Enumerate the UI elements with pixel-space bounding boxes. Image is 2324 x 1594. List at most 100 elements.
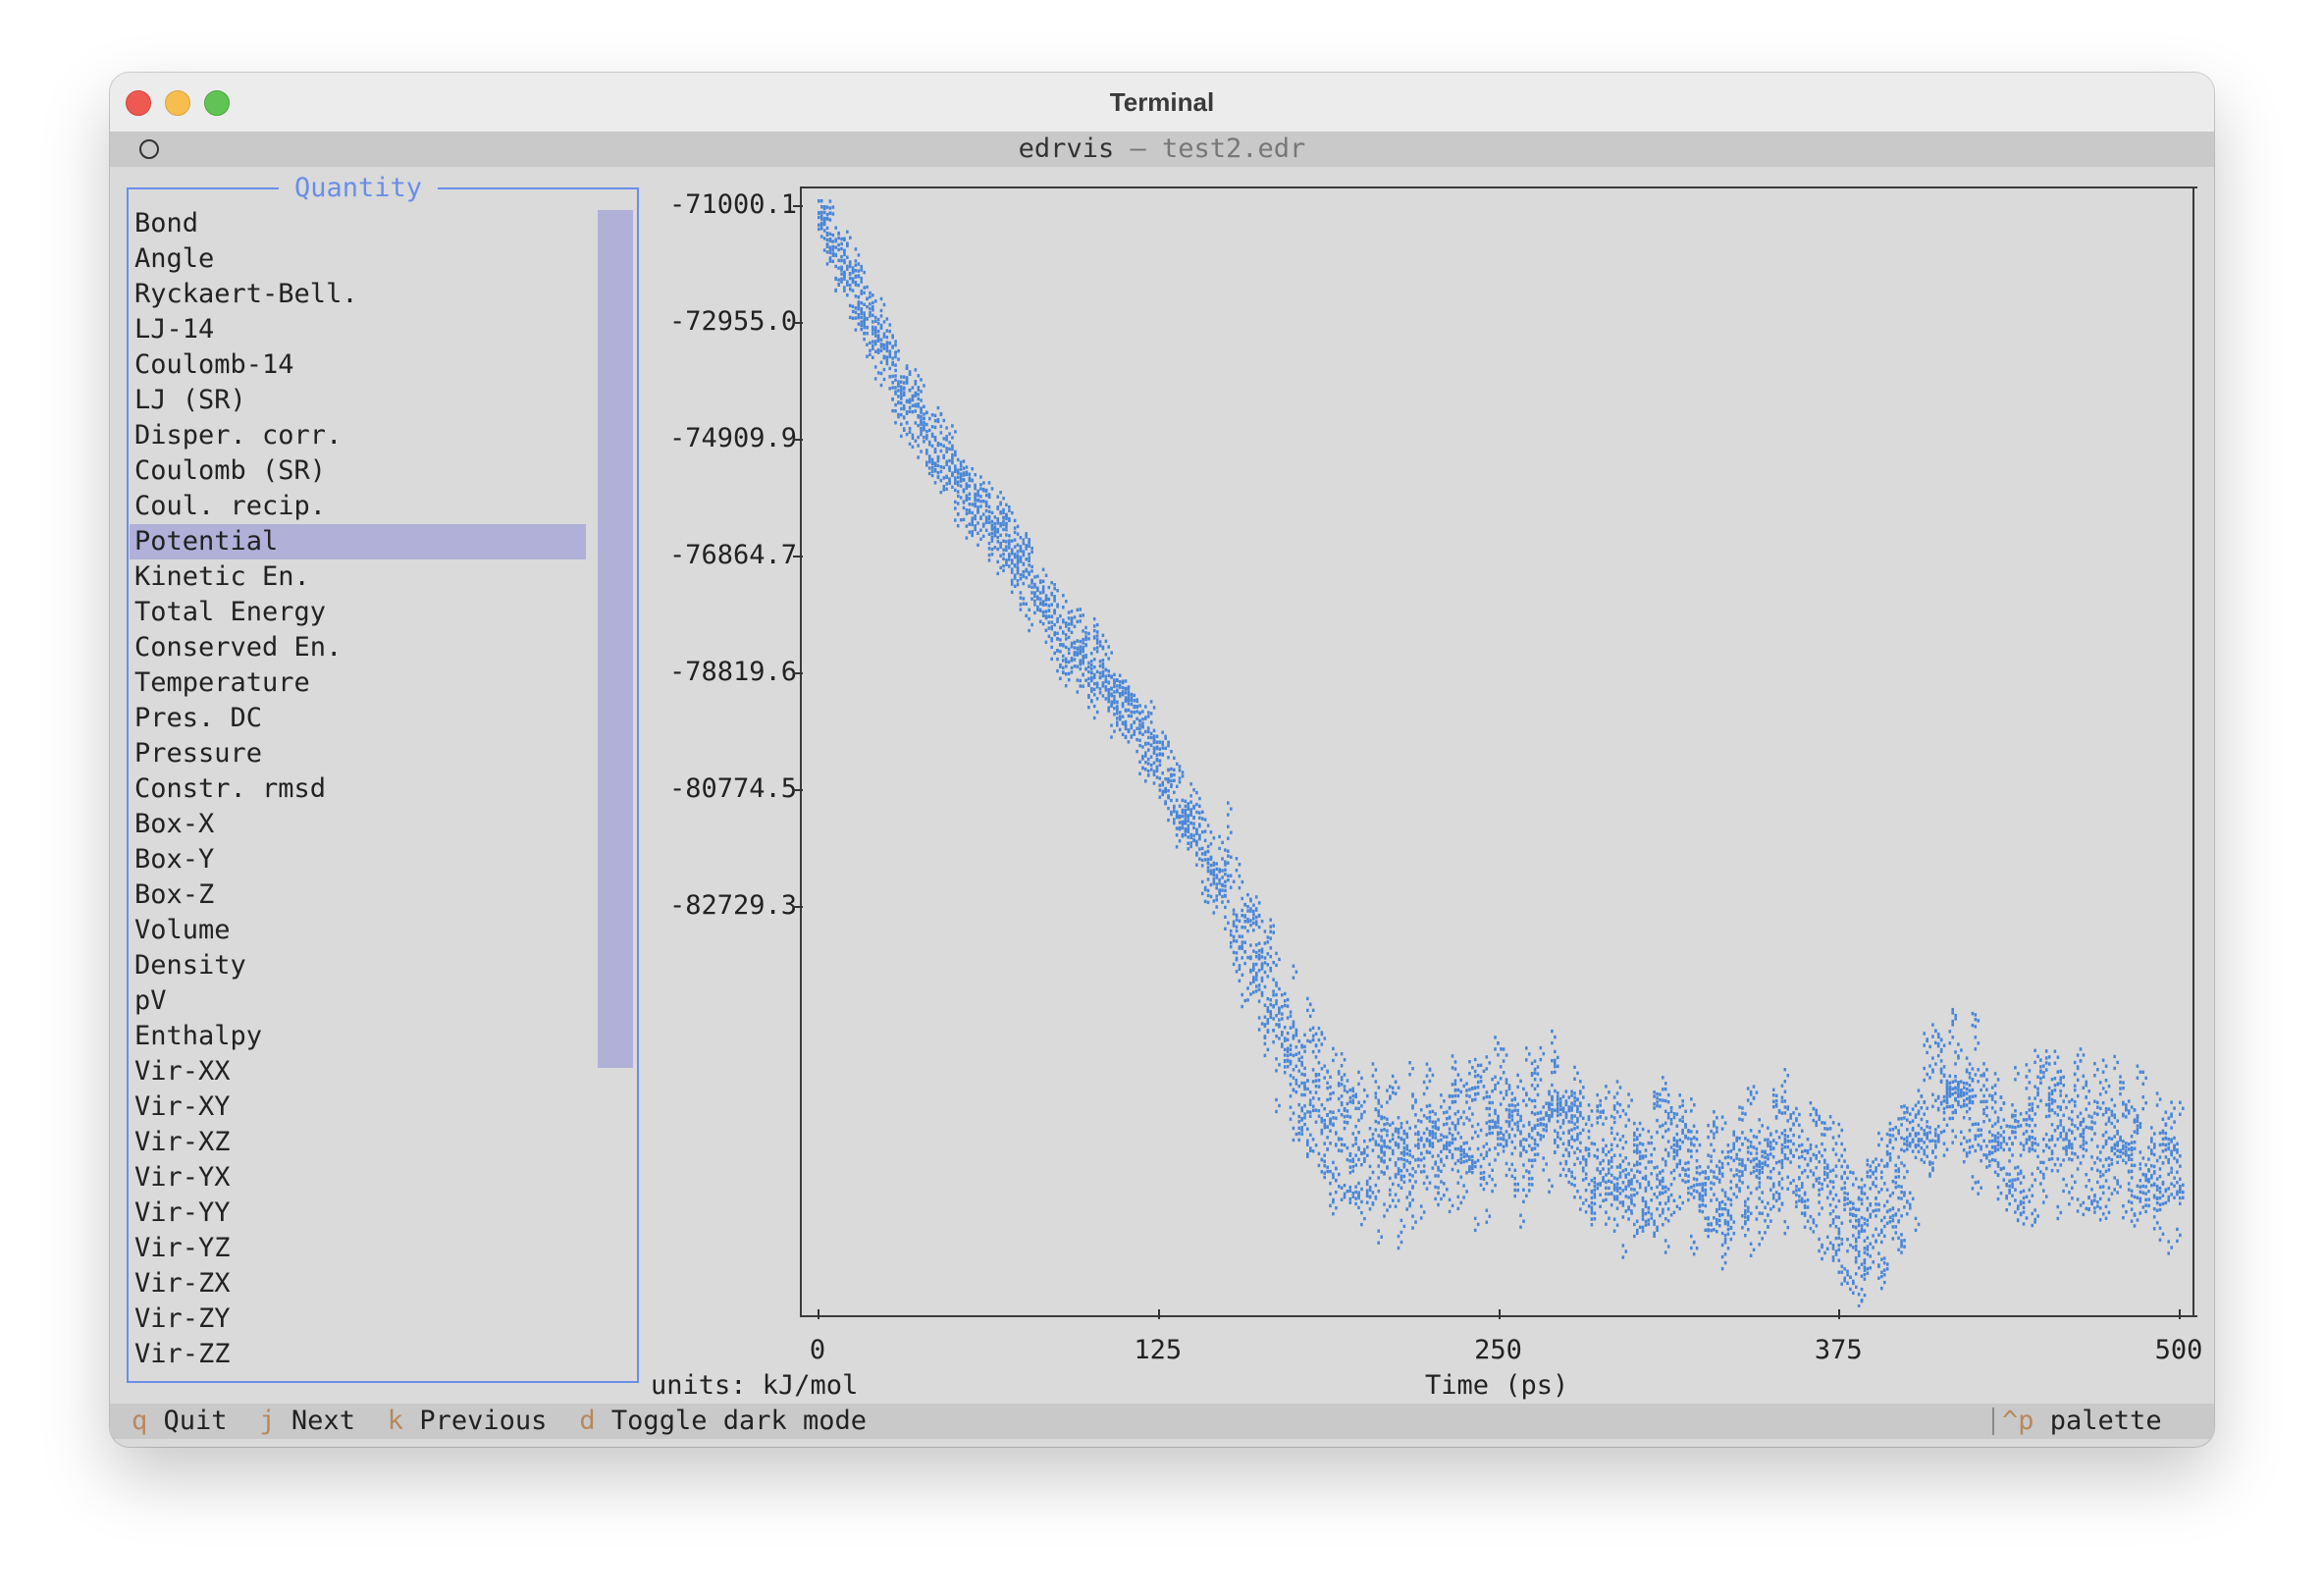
plot-dot	[1885, 1262, 1889, 1266]
plot-dot	[1098, 660, 1102, 664]
plot-dot	[1869, 1215, 1872, 1219]
plot-dot	[860, 320, 863, 324]
quantity-item[interactable]: Temperature	[130, 665, 591, 701]
plot-dot	[1224, 863, 1227, 867]
plot-dot	[1821, 1153, 1823, 1158]
plot-dot	[1903, 1111, 1906, 1115]
scrollbar[interactable]	[598, 210, 633, 1068]
quantity-item[interactable]: Conserved En.	[130, 630, 591, 665]
quantity-item[interactable]: Vir-ZZ	[130, 1337, 591, 1372]
quantity-item[interactable]: Coulomb-14	[130, 347, 591, 383]
plot-dot	[1567, 1151, 1570, 1155]
plot-dot	[1272, 978, 1275, 982]
quantity-item[interactable]: Bond	[130, 206, 591, 241]
quantity-item[interactable]: Vir-YX	[130, 1160, 591, 1196]
plot-dot	[891, 334, 894, 338]
plot-dot	[1755, 1090, 1759, 1094]
quantity-item[interactable]: Box-Y	[130, 842, 591, 877]
plot-dot	[1880, 1286, 1883, 1291]
quantity-item[interactable]: Constr. rmsd	[130, 771, 591, 807]
quantity-item[interactable]: LJ (SR)	[130, 383, 591, 418]
plot-dot	[1033, 575, 1036, 579]
plot-dot	[925, 434, 928, 438]
plot-dot	[1155, 775, 1159, 779]
plot-dot	[1033, 603, 1036, 607]
quantity-item[interactable]: Vir-YZ	[130, 1231, 591, 1266]
quantity-item[interactable]: Coul. recip.	[130, 489, 591, 524]
quantity-item[interactable]: pV	[130, 983, 591, 1019]
quantity-item[interactable]: Vir-XX	[130, 1054, 591, 1089]
plot-dot	[954, 430, 957, 434]
quantity-item[interactable]: Ryckaert-Bell.	[130, 277, 591, 312]
plot-dot	[1783, 1156, 1787, 1160]
plot-dot	[1383, 1144, 1386, 1148]
plot-dot	[1831, 1186, 1835, 1190]
plot-dot	[1519, 1079, 1522, 1084]
plot-dot	[1678, 1206, 1681, 1211]
plot-dot	[917, 397, 921, 401]
quantity-item[interactable]: Vir-XZ	[130, 1125, 591, 1160]
quantity-item[interactable]: Volume	[130, 913, 591, 948]
plot-dot	[1707, 1135, 1710, 1140]
plot-dot	[1774, 1115, 1778, 1119]
quantity-item[interactable]: Angle	[130, 241, 591, 277]
plot-dot	[1664, 1239, 1667, 1243]
quantity-item[interactable]: Vir-XY	[130, 1089, 591, 1125]
quantity-item[interactable]: Pres. DC	[130, 701, 591, 736]
plot-dot	[1275, 992, 1278, 997]
plot-dot	[1124, 734, 1128, 739]
plot-dot	[1443, 1182, 1446, 1186]
quantity-item[interactable]: LJ-14	[130, 312, 591, 347]
quantity-item[interactable]: Potential	[130, 524, 586, 559]
plot-dot	[1275, 951, 1278, 956]
plot-dot	[993, 527, 997, 531]
quantity-item[interactable]: Box-Z	[130, 877, 591, 913]
plot-dot	[927, 454, 931, 458]
plot-dot	[1275, 999, 1278, 1003]
plot-dot	[1303, 1044, 1306, 1049]
plot-dot	[1928, 1076, 1931, 1080]
plot-dot	[1644, 1154, 1648, 1158]
quantity-item[interactable]: Box-X	[130, 807, 591, 842]
plot-dot	[1198, 811, 1201, 815]
plot-dot	[1519, 1118, 1522, 1122]
quantity-item[interactable]: Kinetic En.	[130, 559, 591, 595]
plot-dot	[1662, 1211, 1664, 1215]
plot-dot	[1371, 1062, 1375, 1066]
plot-dot	[1136, 698, 1138, 702]
plot-dot	[1662, 1223, 1664, 1227]
quantity-item[interactable]: Total Energy	[130, 595, 591, 630]
plot-dot	[1690, 1097, 1693, 1101]
quantity-item[interactable]: Density	[130, 948, 591, 983]
plot-dot	[1516, 1188, 1519, 1193]
plot-dot	[1695, 1159, 1699, 1163]
plot-dot	[1821, 1206, 1823, 1210]
quantity-item[interactable]: Vir-ZX	[130, 1266, 591, 1302]
plot-dot	[968, 510, 972, 514]
plot-dot	[1894, 1181, 1897, 1185]
plot-dot	[1175, 833, 1179, 837]
quantity-item[interactable]: Coulomb (SR)	[130, 453, 591, 489]
quantity-list[interactable]: Bond Angle Ryckaert-Bell. LJ-14 Coulomb-14 LJ…	[130, 206, 591, 1372]
plot-dot	[1672, 1138, 1676, 1142]
plot-dot	[1621, 1203, 1625, 1207]
plot-dot	[1278, 1103, 1281, 1108]
plot-dot	[945, 462, 948, 466]
plot-dot	[1306, 1079, 1309, 1083]
plot-dot	[1582, 1201, 1585, 1205]
plot-dot	[1252, 990, 1255, 994]
quantity-item[interactable]: Disper. corr.	[130, 418, 591, 453]
plot-dot	[840, 265, 843, 269]
plot-dot	[1891, 1218, 1895, 1223]
plot-dot	[1530, 1110, 1534, 1115]
plot-dot	[1402, 1153, 1406, 1157]
plot-dot	[1510, 1114, 1514, 1118]
quantity-item[interactable]: Vir-ZY	[130, 1302, 591, 1337]
plot-dot	[1567, 1131, 1570, 1135]
plot-dot	[1275, 1002, 1278, 1006]
plot-dot	[1834, 1252, 1838, 1256]
quantity-item[interactable]: Enthalpy	[130, 1019, 591, 1054]
quantity-item[interactable]: Vir-YY	[130, 1196, 591, 1231]
plot-dot	[1584, 1163, 1588, 1167]
quantity-item[interactable]: Pressure	[130, 736, 591, 771]
